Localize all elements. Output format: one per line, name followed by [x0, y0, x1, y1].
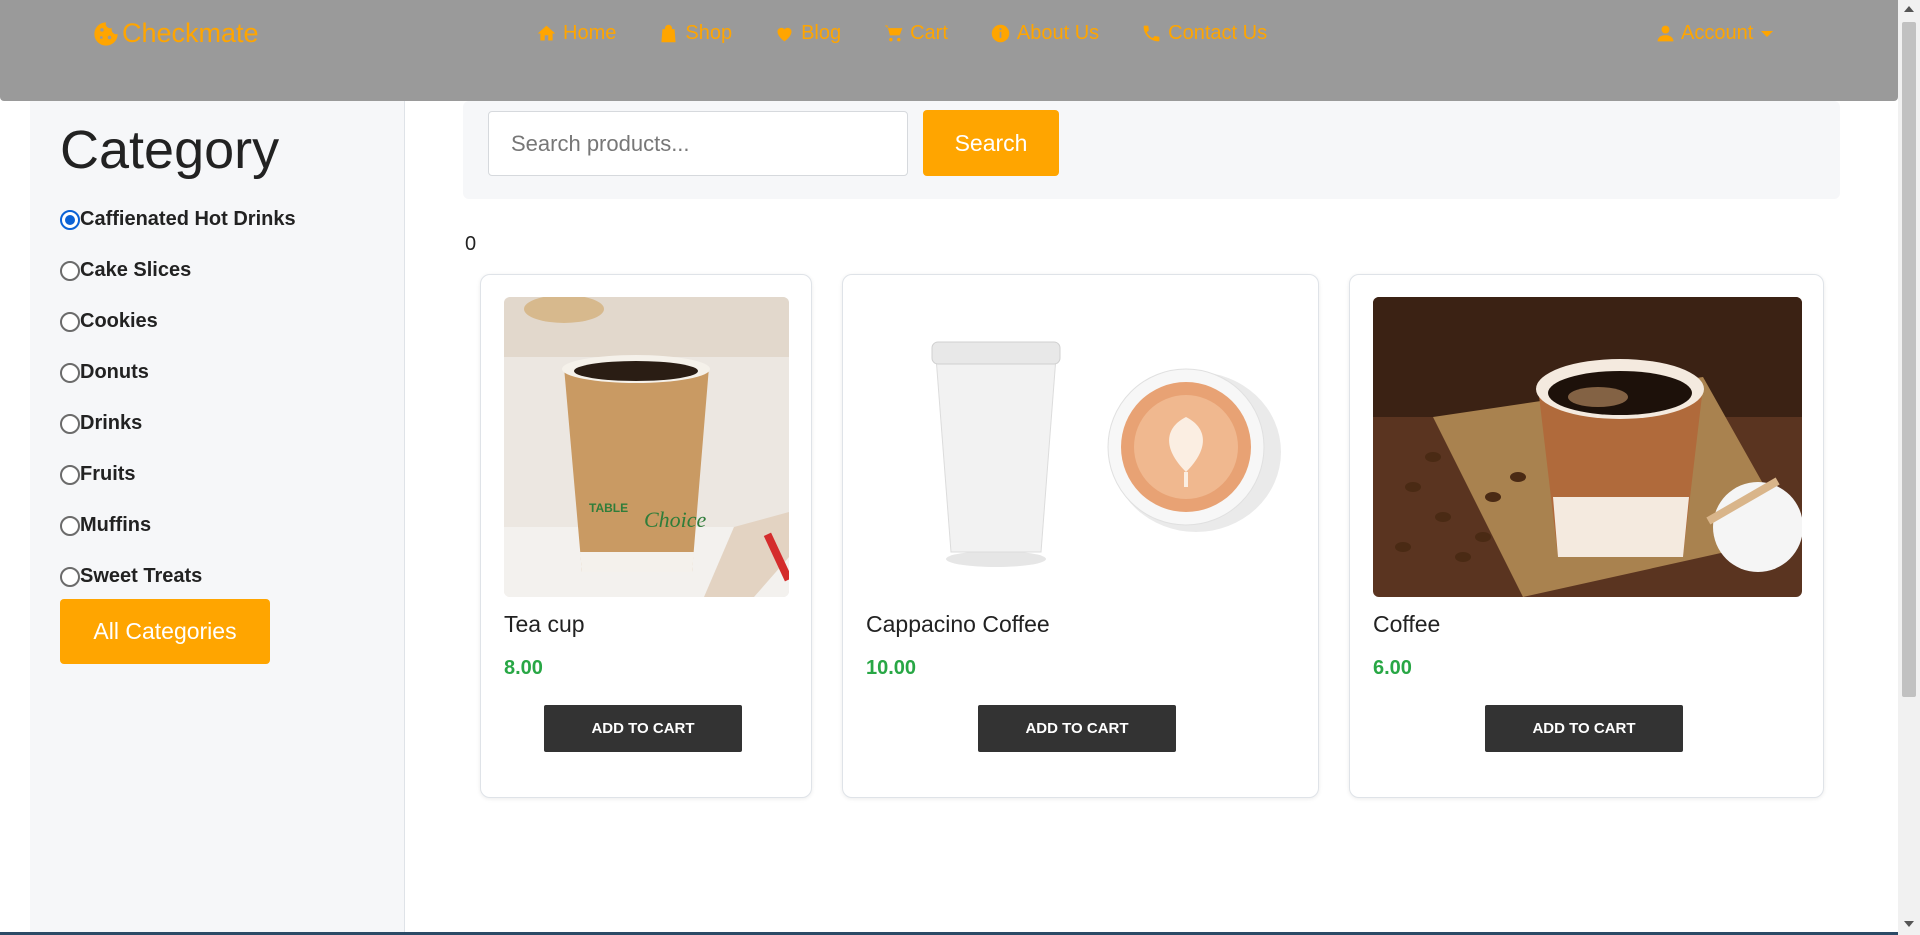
user-icon: [1657, 25, 1674, 42]
product-card: TABLE Choice Tea cup 8.00 ADD TO CART: [480, 274, 812, 798]
search-input[interactable]: [488, 111, 908, 176]
add-to-cart-button[interactable]: ADD TO CART: [978, 705, 1176, 752]
product-image[interactable]: TABLE Choice: [504, 297, 789, 597]
nav-about[interactable]: About Us: [990, 22, 1099, 45]
result-count: 0: [465, 233, 477, 255]
info-icon: [991, 24, 1010, 43]
nav-cart-label: Cart: [910, 22, 948, 44]
product-image[interactable]: [1373, 297, 1802, 597]
product-image[interactable]: [866, 297, 1296, 597]
page-scrollbar[interactable]: [1898, 0, 1920, 935]
radio-icon[interactable]: [60, 413, 80, 434]
product-name: Tea cup: [504, 611, 585, 637]
category-label: Sweet Treats: [80, 565, 203, 587]
nav-contact[interactable]: Contact Us: [1141, 22, 1267, 45]
radio-icon[interactable]: [60, 515, 80, 536]
top-navbar: Checkmate Home Shop Blog Cart About Us C…: [0, 0, 1898, 101]
radio-icon[interactable]: [60, 464, 80, 485]
category-option[interactable]: Cake Slices: [60, 245, 296, 296]
cookie-icon: [94, 21, 118, 46]
cart-icon: [884, 25, 903, 42]
product-price: 6.00: [1373, 657, 1412, 679]
category-list: Caffienated Hot Drinks Cake Slices Cooki…: [60, 194, 296, 602]
product-price: 8.00: [504, 657, 543, 679]
product-card: Cappacino Coffee 10.00 ADD TO CART: [842, 274, 1319, 798]
category-label: Caffienated Hot Drinks: [80, 208, 296, 230]
nav-blog-label: Blog: [801, 22, 842, 44]
nav-cart[interactable]: Cart: [883, 22, 948, 45]
all-categories-button[interactable]: All Categories: [60, 599, 270, 664]
product-price: 10.00: [866, 657, 917, 679]
svg-text:Choice: Choice: [644, 507, 707, 532]
radio-selected-icon[interactable]: [60, 209, 80, 230]
paper-tea-cup-photo: TABLE Choice: [504, 297, 789, 597]
scroll-down-icon[interactable]: [1904, 921, 1914, 927]
chevron-down-icon: [1761, 30, 1774, 37]
phone-icon: [1143, 25, 1160, 42]
scroll-thumb[interactable]: [1902, 22, 1916, 697]
shopping-bag-icon: [661, 24, 676, 43]
product-card: Coffee 6.00 ADD TO CART: [1349, 274, 1824, 798]
account-dropdown[interactable]: Account: [1656, 22, 1774, 45]
nav-contact-label: Contact Us: [1168, 22, 1268, 44]
category-option[interactable]: Muffins: [60, 500, 296, 551]
category-label: Cookies: [80, 310, 158, 332]
category-option[interactable]: Fruits: [60, 449, 296, 500]
home-icon: [537, 25, 556, 41]
category-option[interactable]: Caffienated Hot Drinks: [60, 194, 296, 245]
cappuccino-cups-photo: [866, 297, 1296, 597]
category-label: Cake Slices: [80, 259, 192, 281]
radio-icon[interactable]: [60, 311, 80, 332]
category-label: Muffins: [80, 514, 152, 536]
add-to-cart-button[interactable]: ADD TO CART: [544, 705, 742, 752]
nav-links: Home Shop Blog Cart About Us Contact Us: [536, 22, 1309, 45]
category-sidebar: Category Caffienated Hot Drinks Cake Sli…: [30, 101, 405, 935]
nav-about-label: About Us: [1016, 22, 1100, 44]
scroll-up-icon[interactable]: [1904, 6, 1914, 12]
radio-icon[interactable]: [60, 566, 80, 587]
coffee-cup-beans-photo: [1373, 297, 1802, 597]
category-option[interactable]: Sweet Treats: [60, 551, 296, 602]
brand-logo[interactable]: Checkmate: [92, 18, 259, 49]
category-title: Category: [60, 120, 280, 180]
account-label: Account: [1681, 22, 1754, 44]
category-label: Donuts: [80, 361, 149, 383]
brand-name: Checkmate: [122, 18, 259, 48]
search-button[interactable]: Search: [923, 110, 1059, 176]
radio-icon[interactable]: [60, 260, 80, 281]
category-label: Fruits: [80, 463, 136, 485]
nav-blog[interactable]: Blog: [774, 22, 841, 45]
nav-home-label: Home: [563, 22, 617, 44]
category-option[interactable]: Cookies: [60, 296, 296, 347]
heart-icon: [777, 27, 792, 42]
add-to-cart-button[interactable]: ADD TO CART: [1485, 705, 1683, 752]
nav-shop-label: Shop: [685, 22, 733, 44]
category-option[interactable]: Donuts: [60, 347, 296, 398]
radio-icon[interactable]: [60, 362, 80, 383]
product-name: Coffee: [1373, 611, 1441, 637]
product-name: Cappacino Coffee: [866, 611, 1050, 637]
svg-text:TABLE: TABLE: [589, 501, 628, 515]
nav-home[interactable]: Home: [536, 22, 616, 45]
category-option[interactable]: Drinks: [60, 398, 296, 449]
category-label: Drinks: [80, 412, 143, 434]
nav-shop[interactable]: Shop: [658, 22, 732, 45]
